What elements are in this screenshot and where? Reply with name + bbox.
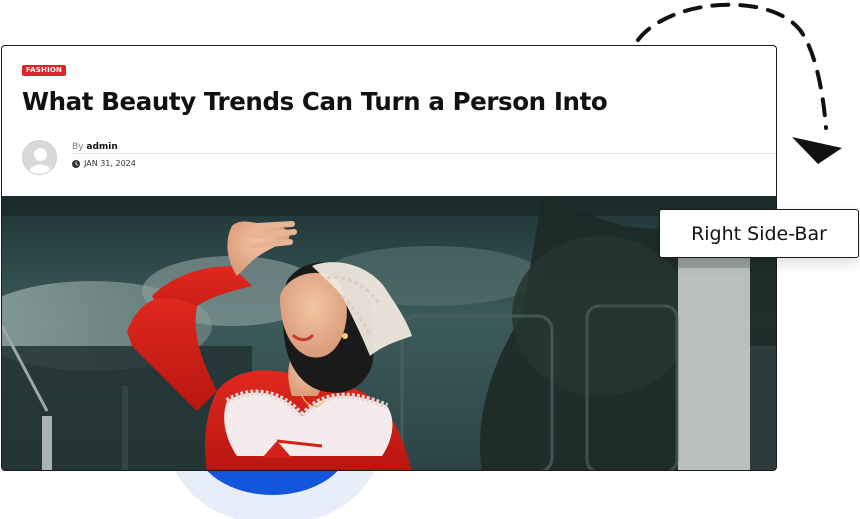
post-title[interactable]: What Beauty Trends Can Turn a Person Int… bbox=[22, 87, 608, 116]
author-link[interactable]: admin bbox=[86, 142, 117, 152]
dashed-curved-arrow-icon bbox=[636, 2, 842, 164]
byline-prefix: By bbox=[72, 142, 84, 152]
post-date: JAN 31, 2024 bbox=[72, 159, 136, 168]
category-badge[interactable]: FASHION bbox=[22, 65, 67, 76]
avatar-silhouette bbox=[23, 141, 56, 174]
user-avatar-icon[interactable] bbox=[22, 140, 57, 175]
clock-icon bbox=[72, 159, 80, 168]
stage: FASHION What Beauty Trends Can Turn a Pe… bbox=[0, 0, 860, 519]
right-sidebar-label[interactable]: Right Side-Bar bbox=[659, 209, 859, 258]
byline: By admin bbox=[72, 142, 118, 152]
date-text: JAN 31, 2024 bbox=[84, 159, 136, 168]
